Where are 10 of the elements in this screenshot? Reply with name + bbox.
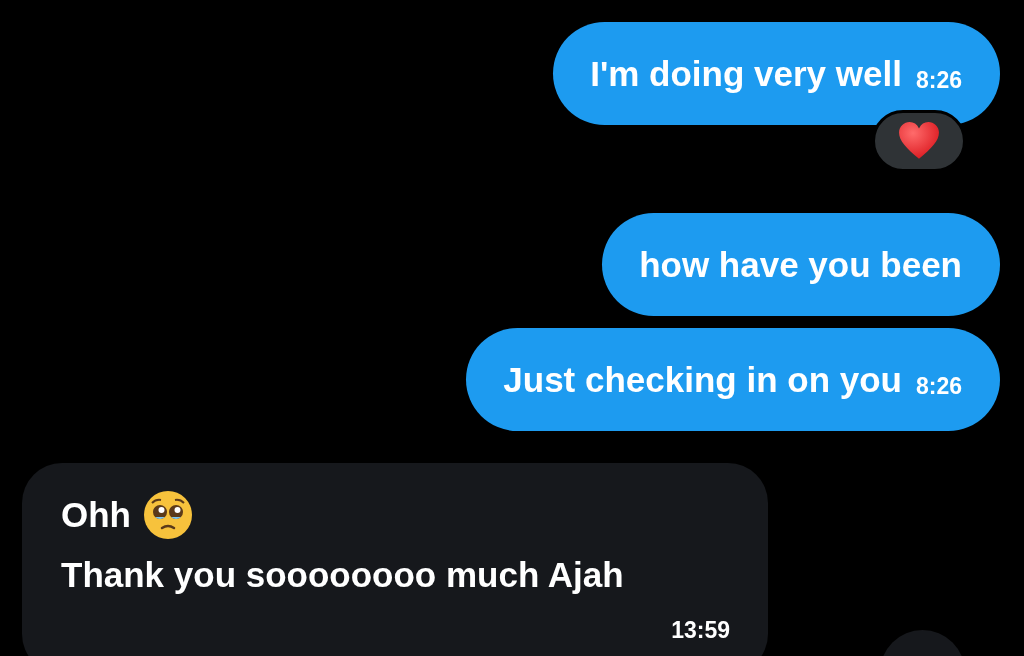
- pleading-face-icon: [143, 490, 193, 540]
- message-time: 8:26: [915, 67, 962, 94]
- message-text: how have you been: [639, 244, 962, 285]
- message-time: 13:59: [671, 617, 730, 644]
- message-text: Thank you soooooooo much Ajah: [61, 555, 624, 595]
- heart-icon: [898, 122, 940, 160]
- message-time: 8:26: [915, 373, 962, 400]
- message-text: Just checking in on you: [503, 359, 902, 400]
- message-text: I'm doing very well: [590, 53, 902, 94]
- message-text: Ohh: [61, 495, 131, 535]
